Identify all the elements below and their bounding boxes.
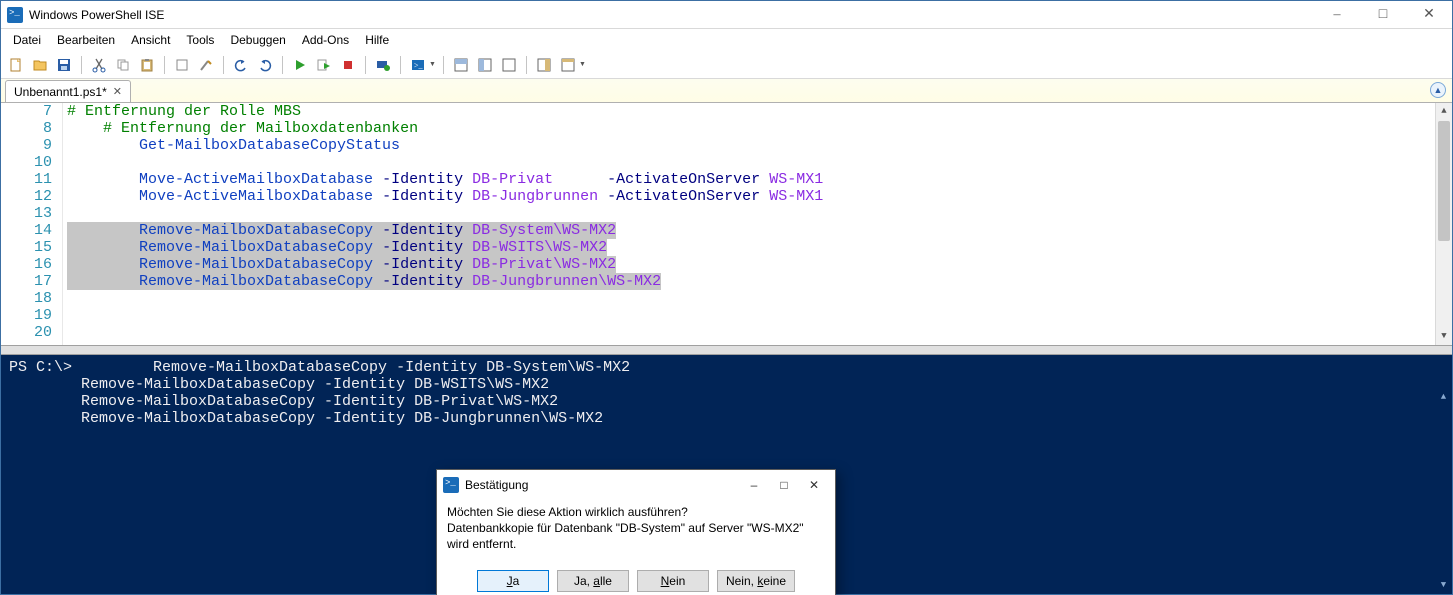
console-scrollbar[interactable]: ▲ ▼ [1435,355,1452,594]
code-editor[interactable]: 7891011121314151617181920 # Entfernung d… [1,103,1452,345]
dialog-button-row: Ja Ja, alle Nein Nein, keine [437,564,835,595]
show-script-right-icon[interactable] [474,54,496,76]
scroll-up-icon[interactable]: ▲ [1436,103,1452,120]
dialog-close-button[interactable]: ✕ [799,473,829,497]
menubar: Datei Bearbeiten Ansicht Tools Debuggen … [1,29,1452,51]
window-close-button[interactable]: ✕ [1406,1,1452,29]
open-file-icon[interactable] [29,54,51,76]
menu-edit[interactable]: Bearbeiten [51,31,121,49]
dialog-titlebar: Bestätigung – □ ✕ [437,470,835,500]
editor-pane: 7891011121314151617181920 # Entfernung d… [1,103,1452,345]
confirmation-dialog: Bestätigung – □ ✕ Möchten Sie diese Akti… [436,469,836,595]
stop-icon[interactable] [337,54,359,76]
scroll-down-icon[interactable]: ▼ [1436,328,1452,345]
no-all-button[interactable]: Nein, keine [717,570,795,592]
new-remote-tab-icon[interactable] [372,54,394,76]
scroll-up-icon[interactable]: ▲ [1435,389,1452,406]
run-script-icon[interactable] [289,54,311,76]
script-tab-label: Unbenannt1.ps1* [14,85,107,99]
dialog-message-line1: Möchten Sie diese Aktion wirklich ausfüh… [447,504,825,520]
menu-view[interactable]: Ansicht [125,31,176,49]
find-in-script-icon[interactable] [195,54,217,76]
app-title: Windows PowerShell ISE [29,8,164,22]
dialog-message-line2: Datenbankkopie für Datenbank "DB-System"… [447,520,825,552]
titlebar: Windows PowerShell ISE – □ ✕ [1,1,1452,29]
show-script-top-icon[interactable] [450,54,472,76]
yes-all-button[interactable]: Ja, alle [557,570,629,592]
dialog-title: Bestätigung [465,478,528,492]
svg-text:>_: >_ [414,61,424,70]
collapse-script-pane-icon[interactable]: ▲ [1430,82,1446,98]
run-selection-icon[interactable] [313,54,335,76]
toolbar: >_ ▼ ▼ [1,51,1452,79]
menu-addons[interactable]: Add-Ons [296,31,355,49]
yes-button[interactable]: Ja [477,570,549,592]
new-file-icon[interactable] [5,54,27,76]
copy-icon[interactable] [112,54,134,76]
dialog-body: Möchten Sie diese Aktion wirklich ausfüh… [437,500,835,564]
script-tab[interactable]: Unbenannt1.ps1* ✕ [5,80,131,102]
scroll-thumb[interactable] [1438,121,1450,241]
show-script-max-icon[interactable] [498,54,520,76]
menu-debug[interactable]: Debuggen [224,31,291,49]
toolbar-overflow-icon[interactable]: ▼ [579,61,587,68]
scroll-down-icon[interactable]: ▼ [1435,577,1452,594]
dialog-app-icon [443,477,459,493]
save-icon[interactable] [53,54,75,76]
dialog-maximize-button[interactable]: □ [769,473,799,497]
tabstrip: Unbenannt1.ps1* ✕ ▲ [1,79,1452,103]
start-powershell-icon[interactable]: >_ [407,54,429,76]
redo-icon[interactable] [254,54,276,76]
tab-close-icon[interactable]: ✕ [113,85,122,98]
menu-tools[interactable]: Tools [180,31,220,49]
cut-icon[interactable] [88,54,110,76]
menu-help[interactable]: Hilfe [359,31,395,49]
pane-splitter[interactable] [1,345,1452,355]
powershell-dropdown-icon[interactable]: ▼ [429,61,437,68]
code-area[interactable]: # Entfernung der Rolle MBS # Entfernung … [63,103,1452,345]
undo-icon[interactable] [230,54,252,76]
window-minimize-button[interactable]: – [1314,1,1360,29]
editor-scrollbar[interactable]: ▲ ▼ [1435,103,1452,345]
show-command-addon-icon[interactable] [533,54,555,76]
app-icon [7,7,23,23]
line-gutter: 7891011121314151617181920 [1,103,63,345]
app-window: Windows PowerShell ISE – □ ✕ Datei Bearb… [0,0,1453,595]
show-command-window-icon[interactable] [557,54,579,76]
no-button[interactable]: Nein [637,570,709,592]
clear-output-icon[interactable] [171,54,193,76]
dialog-minimize-button[interactable]: – [739,473,769,497]
console-output: PS C:\> Remove-MailboxDatabaseCopy -Iden… [9,359,1444,427]
window-maximize-button[interactable]: □ [1360,1,1406,29]
paste-icon[interactable] [136,54,158,76]
menu-file[interactable]: Datei [7,31,47,49]
